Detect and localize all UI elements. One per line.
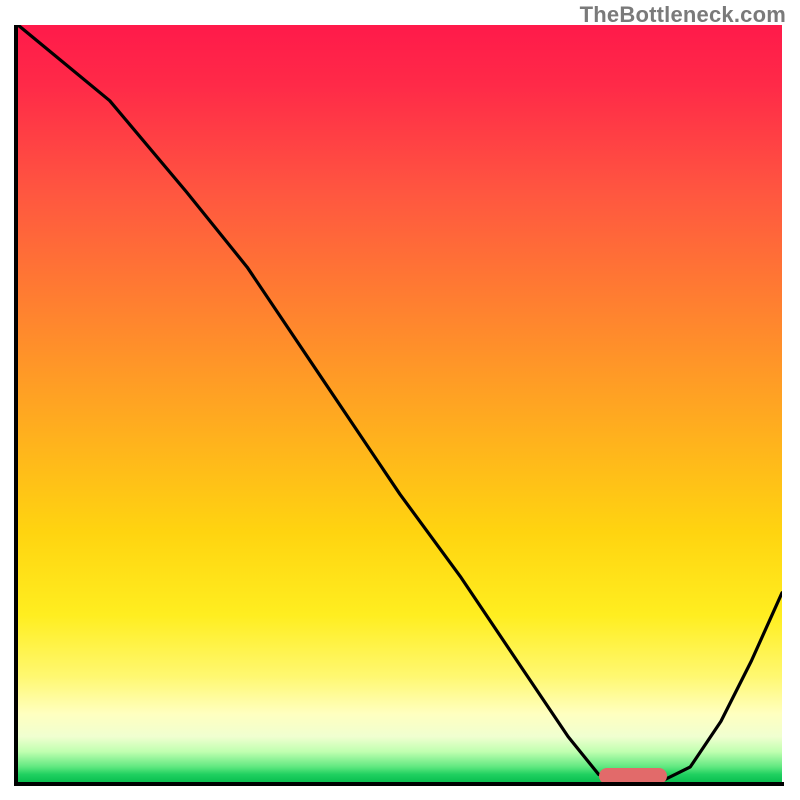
bottleneck-chart: TheBottleneck.com (0, 0, 800, 800)
optimal-range-marker (599, 768, 668, 782)
bottleneck-curve (18, 25, 782, 782)
curve-layer (18, 25, 782, 782)
x-axis (14, 782, 784, 786)
plot-area (18, 25, 782, 782)
